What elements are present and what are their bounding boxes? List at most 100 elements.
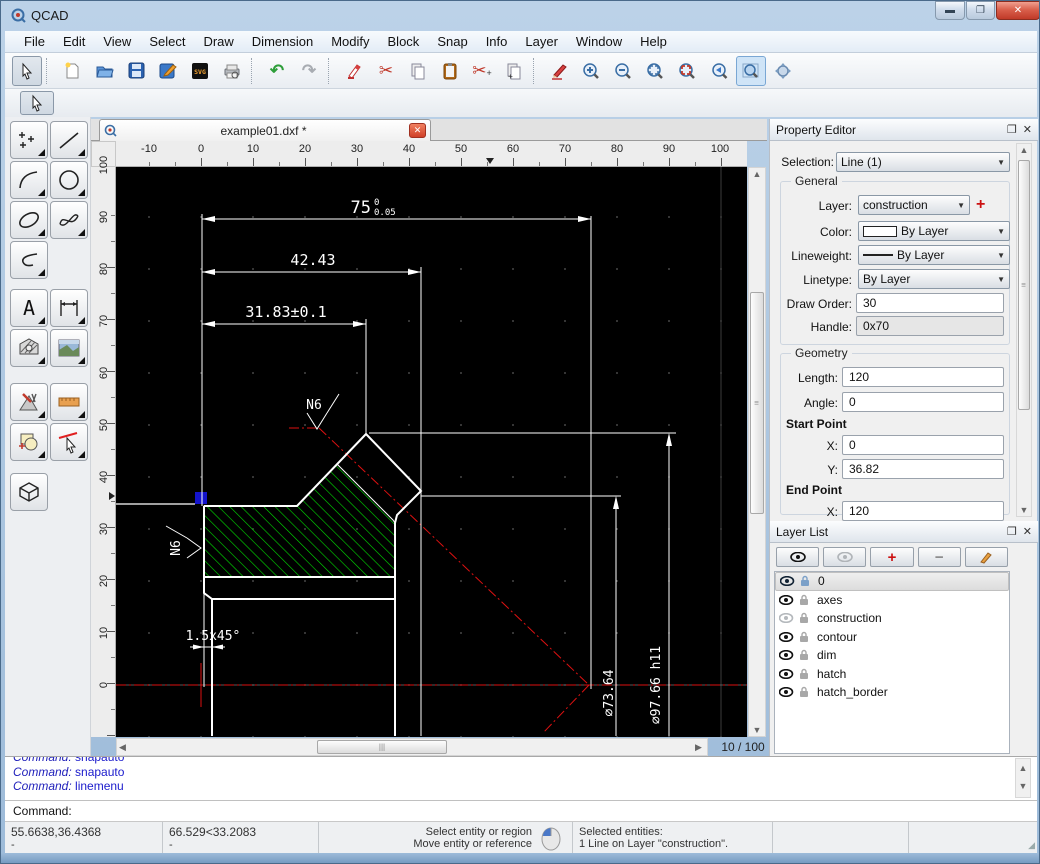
previous-view-button[interactable] — [704, 56, 734, 86]
add-layer-button[interactable]: + — [976, 196, 996, 214]
spline-tool-button[interactable] — [50, 201, 88, 239]
measure-tool-button[interactable] — [50, 383, 88, 421]
zoom-window-button[interactable] — [736, 56, 766, 86]
maximize-button[interactable]: ❐ — [966, 1, 995, 20]
menu-window[interactable]: Window — [567, 32, 631, 51]
tab-close-icon[interactable]: ✕ — [409, 123, 426, 138]
auto-zoom-button[interactable] — [640, 56, 670, 86]
scroll-up-icon[interactable]: ▲ — [1016, 759, 1030, 777]
redo-button[interactable]: ↷ — [294, 56, 324, 86]
save-button[interactable] — [121, 56, 151, 86]
text-tool-button[interactable]: A — [10, 289, 48, 327]
menu-layer[interactable]: Layer — [516, 32, 567, 51]
menu-snap[interactable]: Snap — [428, 32, 476, 51]
point-tool-button[interactable] — [10, 121, 48, 159]
menu-help[interactable]: Help — [631, 32, 676, 51]
menu-dimension[interactable]: Dimension — [243, 32, 322, 51]
scroll-down-icon[interactable]: ▼ — [1016, 777, 1030, 795]
layer-row-hatch[interactable]: hatch — [775, 665, 1009, 684]
scroll-down-icon[interactable]: ▼ — [749, 724, 765, 736]
zoom-in-button[interactable] — [576, 56, 606, 86]
resize-grip[interactable]: ◢ — [1028, 840, 1035, 851]
property-editor-scrollbar[interactable]: ▲ ≡ ▼ — [1016, 143, 1032, 517]
lineweight-combo[interactable]: By Layer▼ — [858, 245, 1010, 265]
command-input[interactable] — [76, 803, 1037, 819]
canvas-vscrollbar[interactable]: ▲ ≡ ▼ — [748, 167, 766, 737]
arc-tool-button[interactable] — [10, 161, 48, 199]
scroll-right-icon[interactable]: ▶ — [695, 741, 702, 753]
tab-example01[interactable]: example01.dxf * ✕ — [99, 119, 431, 141]
layer-row-construction[interactable]: construction — [775, 609, 1009, 628]
circle-tool-button[interactable] — [50, 161, 88, 199]
angle-field[interactable]: 0 — [842, 392, 1004, 412]
solid-tool-button[interactable] — [10, 473, 48, 511]
print-preview-button[interactable] — [217, 56, 247, 86]
edit-drawing-button[interactable] — [153, 56, 183, 86]
canvas-vscrollbar-thumb[interactable]: ≡ — [750, 292, 764, 514]
menu-file[interactable]: File — [15, 32, 54, 51]
draw-order-field[interactable]: 30 — [856, 293, 1004, 313]
layer-row-hatch-border[interactable]: hatch_border — [775, 683, 1009, 702]
hatch-tool-button[interactable] — [10, 329, 48, 367]
image-tool-button[interactable] — [50, 329, 88, 367]
drawing-canvas[interactable]: 75 0 0.05 42.43 31.83±0.1 1.5x45° ⌀73.64… — [116, 167, 747, 737]
line-tool-button[interactable] — [50, 121, 88, 159]
menu-info[interactable]: Info — [477, 32, 517, 51]
scroll-left-icon[interactable]: ◀ — [119, 741, 126, 753]
layer-row-dim[interactable]: dim — [775, 646, 1009, 665]
scroll-up-icon[interactable]: ▲ — [749, 168, 765, 180]
menu-modify[interactable]: Modify — [322, 32, 378, 51]
scroll-up-icon[interactable]: ▲ — [1017, 144, 1031, 156]
menu-view[interactable]: View — [94, 32, 140, 51]
minimize-button[interactable]: ▬ — [935, 1, 965, 20]
zoom-selection-button[interactable] — [672, 56, 702, 86]
block-tool-button[interactable] — [10, 423, 48, 461]
modify-tool-button[interactable] — [50, 423, 88, 461]
open-file-button[interactable] — [89, 56, 119, 86]
float-panel-icon[interactable]: ❐ — [1007, 525, 1017, 538]
selection-handle[interactable] — [195, 492, 207, 504]
polyline-tool-button[interactable] — [10, 241, 48, 279]
delete-button[interactable] — [339, 56, 369, 86]
hide-all-layers-button[interactable] — [823, 547, 866, 567]
canvas-hscrollbar-thumb[interactable]: ||| — [317, 740, 447, 754]
layer-row-axes[interactable]: axes — [775, 591, 1009, 610]
remove-layer-button[interactable]: − — [918, 547, 961, 567]
misc-draw-tool-button[interactable] — [10, 383, 48, 421]
layer-combo[interactable]: construction▼ — [858, 195, 970, 215]
float-panel-icon[interactable]: ❐ — [1007, 123, 1017, 136]
menu-block[interactable]: Block — [379, 32, 429, 51]
menu-select[interactable]: Select — [140, 32, 194, 51]
layer-row-contour[interactable]: contour — [775, 628, 1009, 647]
history-scrollbar[interactable]: ▲ ▼ — [1015, 758, 1031, 798]
command-history[interactable]: Command: snapauto Command: snapauto Comm… — [5, 756, 1037, 800]
close-panel-icon[interactable]: ✕ — [1023, 525, 1032, 538]
selection-tool-button[interactable] — [20, 91, 54, 115]
canvas-hscrollbar[interactable]: ◀ ||| ▶ — [116, 738, 708, 756]
copy-button[interactable] — [403, 56, 433, 86]
edit-layer-button[interactable] — [965, 547, 1008, 567]
property-editor-titlebar[interactable]: Property Editor ❐ ✕ — [770, 119, 1038, 141]
color-combo[interactable]: By Layer▼ — [858, 221, 1010, 241]
ellipse-tool-button[interactable] — [10, 201, 48, 239]
title-bar[interactable]: QCAD ▬ ❐ ✕ — [1, 1, 1040, 31]
new-file-button[interactable] — [57, 56, 87, 86]
menu-draw[interactable]: Draw — [194, 32, 242, 51]
property-editor-scrollbar-thumb[interactable]: ≡ — [1018, 160, 1030, 410]
pan-button[interactable] — [768, 56, 798, 86]
show-all-layers-button[interactable] — [776, 547, 819, 567]
undo-button[interactable]: ↶ — [262, 56, 292, 86]
length-field[interactable]: 120 — [842, 367, 1004, 387]
cut-with-reference-button[interactable]: ✂+ — [467, 56, 497, 86]
start-y-field[interactable]: 36.82 — [842, 459, 1004, 479]
copy-with-reference-button[interactable]: + — [499, 56, 529, 86]
layer-list-titlebar[interactable]: Layer List ❐ ✕ — [770, 521, 1038, 543]
add-layer-button[interactable]: + — [870, 547, 913, 567]
end-x-field[interactable]: 120 — [842, 501, 1004, 521]
cut-button[interactable]: ✂ — [371, 56, 401, 86]
selection-combo[interactable]: Line (1)▼ — [836, 152, 1010, 172]
start-x-field[interactable]: 0 — [842, 435, 1004, 455]
close-panel-icon[interactable]: ✕ — [1023, 123, 1032, 136]
dimension-tool-button[interactable] — [50, 289, 88, 327]
close-button[interactable]: ✕ — [996, 1, 1040, 20]
